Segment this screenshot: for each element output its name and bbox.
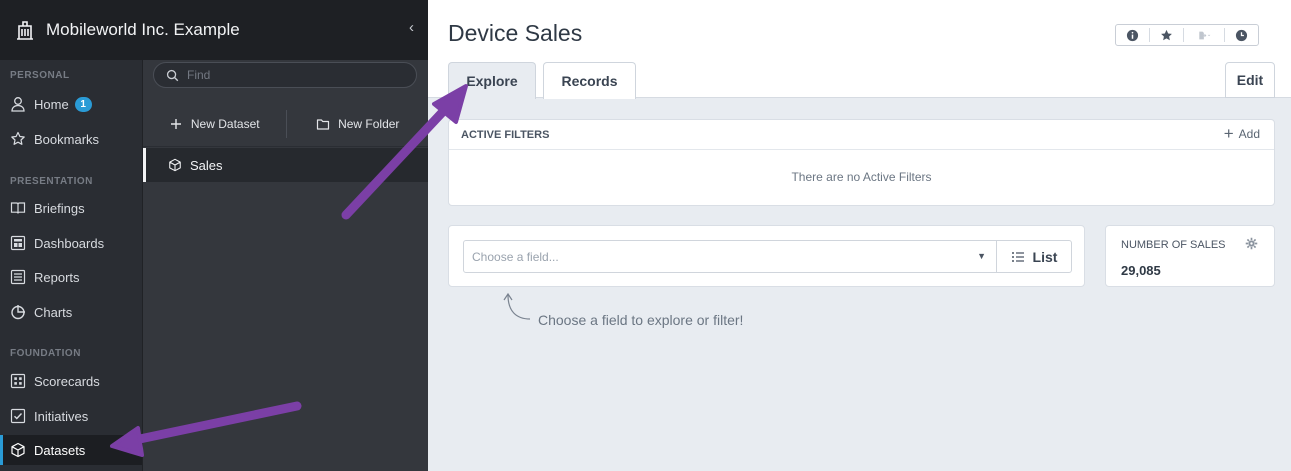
browser-actions: New Dataset New Folder [143,102,429,147]
new-dataset-label: New Dataset [190,117,260,131]
folder-icon [316,119,330,130]
info-icon [1126,29,1139,41]
sidebar-item-dashboards[interactable]: Dashboards [0,228,142,258]
plus-icon: + [1223,124,1234,143]
sidebar-item-label: Scorecards [34,373,100,389]
gear-icon[interactable] [1245,237,1258,250]
report-icon [10,269,26,285]
main-content: Device Sales Explore Records Edit ACTIVE… [428,0,1291,471]
sidebar-item-label: Bookmarks [34,131,100,147]
search-input[interactable] [187,68,387,82]
sidebar-item-scorecards[interactable]: Scorecards [0,366,142,396]
new-folder-label: New Folder [338,117,400,131]
user-icon [11,97,25,112]
edit-button[interactable]: Edit [1225,62,1275,98]
sidebar-item-label: Initiatives [34,408,89,424]
dashboard-icon [10,235,26,251]
plus-icon [170,119,181,129]
sidebar-item-label: Reports [34,269,80,285]
sidebar-item-datasets[interactable]: Datasets [0,435,142,465]
sidebar-item-label: Briefings [34,200,85,216]
pie-chart-icon [11,305,25,320]
curved-arrow-icon [503,292,531,320]
dataset-browser: New Dataset New Folder Sales [142,60,429,471]
empty-filters-message: There are no Active Filters [791,170,932,184]
new-folder-button[interactable]: New Folder [287,102,430,146]
tab-explore[interactable]: Explore [448,62,536,99]
clock-icon [1235,29,1248,41]
org-header: Mobileworld Inc. Example ‹ [0,0,428,60]
tab-records[interactable]: Records [543,62,636,99]
info-button[interactable] [1116,25,1149,45]
metric-value: 29,085 [1121,263,1161,278]
cube-icon [169,158,181,172]
search-box[interactable] [153,62,417,88]
metric-label: NUMBER OF SALES [1121,239,1226,251]
scorecard-icon [10,373,26,389]
book-icon [10,202,26,214]
explore-panel: Choose a field... ▼ List [448,225,1085,287]
page-toolbar [1115,24,1259,46]
sidebar-item-home[interactable]: Home 1 [0,89,142,119]
filters-heading: ACTIVE FILTERS [449,120,1274,150]
field-select[interactable]: Choose a field... ▼ [463,240,997,273]
field-select-placeholder: Choose a field... [472,249,559,264]
sidebar-item-reports[interactable]: Reports [0,262,142,292]
metric-card: NUMBER OF SALES 29,085 [1105,225,1275,287]
section-label-presentation: PRESENTATION [10,176,93,187]
section-label-foundation: FOUNDATION [10,348,81,359]
history-button[interactable] [1225,25,1258,45]
star-icon [11,131,25,145]
checkbox-icon [10,408,26,424]
sidebar-item-label: Home [34,96,69,112]
explore-hint: Choose a field to explore or filter! [538,312,744,328]
sidebar-item-briefings[interactable]: Briefings [0,193,142,223]
page-header: Device Sales Explore Records Edit [428,0,1291,99]
list-icon [1011,251,1024,262]
bookmark-button[interactable] [1150,25,1183,45]
sidebar-item-label: Charts [34,304,73,320]
add-filter-button[interactable]: + Add [1223,124,1260,143]
collapse-sidebar-icon[interactable]: ‹ [409,19,414,36]
new-dataset-button[interactable]: New Dataset [143,102,286,146]
list-view-button[interactable]: List [996,240,1072,273]
sidebar-item-label: Datasets [34,442,86,458]
left-sidebar: PERSONAL Home 1 Bookmarks PRESENTATION B… [0,0,142,471]
org-name: Mobileworld Inc. Example [46,20,240,39]
dataset-label: Sales [190,157,223,173]
list-label: List [1032,248,1058,265]
building-icon [17,21,33,40]
cube-icon [11,442,25,458]
sidebar-item-initiatives[interactable]: Initiatives [0,401,142,431]
sidebar-item-bookmarks[interactable]: Bookmarks [0,124,142,154]
active-filters-panel: ACTIVE FILTERS + Add There are no Active… [448,119,1275,206]
section-label-personal: PERSONAL [10,70,70,81]
caret-down-icon: ▼ [977,251,986,261]
sidebar-item-label: Dashboards [34,235,105,251]
sidebar-item-charts[interactable]: Charts [0,297,142,327]
dataset-item-sales[interactable]: Sales [143,148,429,182]
notification-badge: 1 [74,96,92,112]
export-icon [1198,31,1210,39]
search-icon [166,69,179,81]
page-title: Device Sales [448,20,583,46]
add-filter-label: Add [1238,127,1260,141]
star-icon [1161,29,1172,40]
export-dropdown-button[interactable] [1184,25,1224,45]
